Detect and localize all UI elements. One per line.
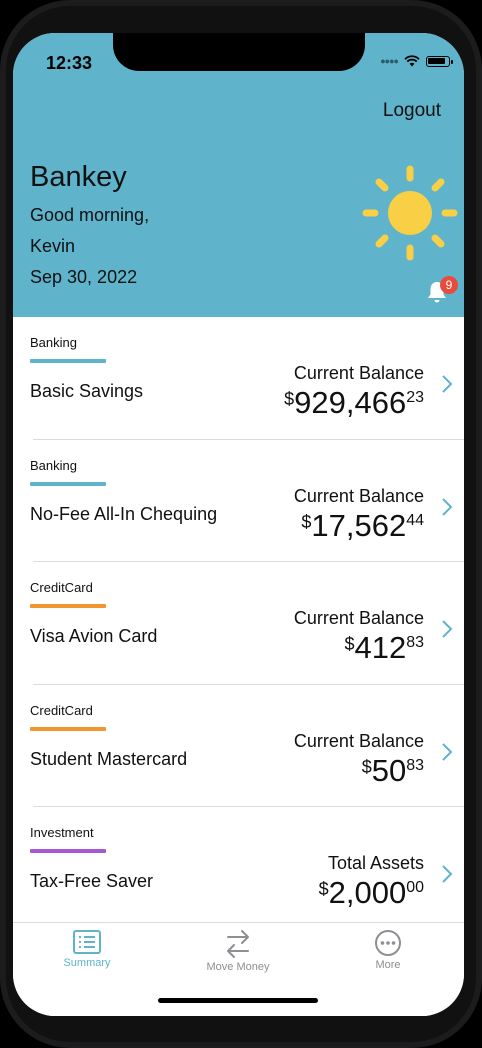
- tab-label: Summary: [63, 957, 111, 969]
- balance-label: Current Balance: [293, 608, 424, 628]
- account-name: Visa Avion Card: [30, 626, 158, 646]
- balance-whole: 17,562: [311, 507, 407, 543]
- category-underline: [30, 849, 106, 853]
- currency-symbol: $: [361, 756, 372, 777]
- battery-icon: [426, 55, 453, 67]
- balance-cents: 23: [406, 389, 424, 406]
- balance-cents: 83: [406, 756, 424, 774]
- account-category: Investment: [30, 825, 94, 840]
- account-category: Banking: [30, 335, 77, 350]
- balance-amount: $ 412 83: [344, 630, 424, 666]
- balance-label: Current Balance: [293, 363, 424, 383]
- tab-more[interactable]: More: [333, 929, 443, 971]
- balance-amount: $ 929,466 23: [284, 385, 424, 421]
- chevron-right-icon[interactable]: [440, 863, 454, 885]
- account-name: Student Mastercard: [30, 748, 188, 769]
- notch: [113, 33, 365, 71]
- category-underline: [30, 726, 106, 731]
- status-icons: ●●●●: [380, 55, 453, 67]
- status-time: 12:33: [46, 53, 93, 73]
- balance-label: Current Balance: [293, 485, 424, 506]
- more-icon: [375, 930, 401, 956]
- currency-symbol: $: [301, 511, 312, 532]
- category-underline: [30, 359, 106, 363]
- sun-icon: [362, 165, 458, 261]
- account-name: Tax-Free Saver: [30, 871, 154, 891]
- account-row[interactable]: CreditCard Student Mastercard Current Ba…: [13, 685, 464, 807]
- balance-amount: $ 2,000 00: [319, 875, 424, 911]
- account-name: No-Fee All-In Chequing: [30, 503, 218, 524]
- header: 12:33 ●●●● Logout Bankey Good morning, K…: [13, 33, 464, 317]
- balance-whole: 2,000: [328, 875, 407, 910]
- balance-label: Current Balance: [293, 730, 424, 751]
- logout-button[interactable]: Logout: [383, 100, 441, 122]
- balance-whole: 929,466: [294, 385, 407, 420]
- tab-label: More: [375, 959, 401, 971]
- account-category: CreditCard: [30, 702, 93, 718]
- arrows-swap-icon: [227, 930, 249, 958]
- balance-cents: 00: [406, 879, 424, 896]
- chevron-right-icon[interactable]: [440, 496, 454, 518]
- account-name: Basic Savings: [30, 381, 144, 401]
- balance-amount: $ 17,562 44: [301, 508, 424, 544]
- currency-symbol: $: [344, 634, 355, 654]
- account-category: Banking: [30, 457, 77, 473]
- balance-whole: 50: [371, 752, 407, 788]
- account-list: Banking Basic Savings Current Balance $ …: [13, 317, 464, 930]
- account-row[interactable]: Banking No-Fee All-In Chequing Current B…: [13, 440, 464, 562]
- date-text: Sep 30, 2022: [30, 267, 138, 287]
- home-indicator: [158, 998, 318, 1003]
- balance-whole: 412: [354, 630, 407, 665]
- chevron-right-icon[interactable]: [440, 373, 454, 395]
- greeting-text: Good morning,: [30, 205, 150, 225]
- account-row[interactable]: Investment Tax-Free Saver Total Assets $…: [13, 807, 464, 930]
- chevron-right-icon[interactable]: [440, 618, 454, 640]
- currency-symbol: $: [318, 879, 329, 899]
- tab-move-money[interactable]: Move Money: [183, 929, 293, 973]
- notification-badge: 9: [440, 276, 458, 294]
- tab-label: Move Money: [206, 961, 270, 973]
- account-row[interactable]: CreditCard Visa Avion Card Current Balan…: [13, 562, 464, 685]
- balance-label: Total Assets: [327, 853, 424, 873]
- account-row[interactable]: Banking Basic Savings Current Balance $ …: [13, 317, 464, 440]
- balance-cents: 44: [406, 511, 424, 529]
- wifi-icon: [404, 55, 420, 67]
- balance-cents: 83: [406, 634, 424, 651]
- app-screen: 12:33 ●●●● Logout Bankey Good morning, K…: [13, 33, 464, 1016]
- category-underline: [30, 481, 106, 486]
- account-category: CreditCard: [30, 580, 93, 595]
- user-name: Kevin: [30, 236, 76, 256]
- category-underline: [30, 604, 106, 608]
- list-icon: [73, 930, 101, 954]
- currency-symbol: $: [284, 389, 295, 409]
- signal-icon: ●●●●: [380, 56, 399, 66]
- chevron-right-icon[interactable]: [440, 741, 454, 763]
- tab-summary[interactable]: Summary: [32, 929, 142, 969]
- app-title: Bankey: [30, 161, 127, 193]
- balance-amount: $ 50 83: [362, 753, 424, 789]
